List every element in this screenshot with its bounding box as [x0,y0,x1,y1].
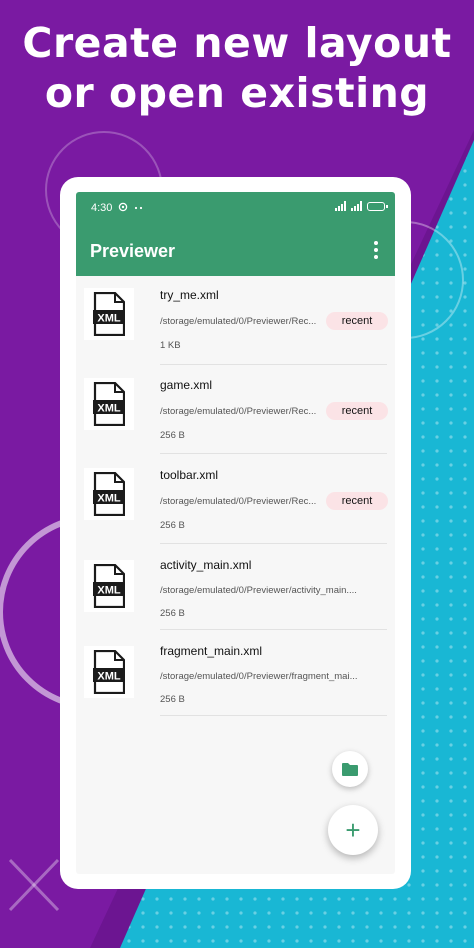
xml-file-icon: XML [84,288,134,340]
xml-file-icon: XML [84,646,134,698]
list-item[interactable]: XML toolbar.xml /storage/emulated/0/Prev… [76,454,395,544]
list-item[interactable]: XML fragment_main.xml /storage/emulated/… [76,630,395,716]
list-item[interactable]: XML activity_main.xml /storage/emulated/… [76,544,395,630]
app-screen: 4:30 Previewer XML try_me.xml /storage/e… [76,192,395,874]
recent-badge: recent [326,312,388,330]
file-list: XML try_me.xml /storage/emulated/0/Previ… [76,276,395,716]
app-bar: 4:30 Previewer [76,192,395,276]
app-title: Previewer [90,241,176,261]
status-right-icons [335,201,388,211]
list-item[interactable]: XML try_me.xml /storage/emulated/0/Previ… [76,276,395,365]
file-name: toolbar.xml [160,468,219,482]
svg-text:XML: XML [97,493,121,505]
file-path: /storage/emulated/0/Previewer/Rec... [160,496,317,507]
file-name: try_me.xml [160,288,219,302]
file-path: /storage/emulated/0/Previewer/Rec... [160,406,317,417]
file-size: 256 B [160,430,185,441]
more-dots-icon [134,203,144,214]
sync-icon [118,202,128,215]
recent-badge: recent [326,402,388,420]
signal-icon [335,201,346,211]
svg-text:XML: XML [97,585,121,597]
list-item[interactable]: XML game.xml /storage/emulated/0/Preview… [76,364,395,454]
recent-badge: recent [326,492,388,510]
headline-line-1: Create new layout [22,19,452,67]
file-path: /storage/emulated/0/Previewer/activity_m… [160,585,357,596]
file-path: /storage/emulated/0/Previewer/Rec... [160,316,317,327]
headline-line-2: or open existing [44,69,430,117]
battery-icon [367,201,388,211]
xml-file-icon: XML [84,378,134,430]
status-time: 4:30 [91,202,113,214]
new-layout-button[interactable]: + [328,805,378,855]
headline: Create new layout or open existing [0,18,474,118]
file-size: 256 B [160,694,185,705]
signal-icon-2 [351,201,362,211]
file-size: 256 B [160,520,185,531]
overflow-menu-icon[interactable] [367,239,385,261]
xml-file-icon: XML [84,560,134,612]
file-size: 256 B [160,608,185,619]
xml-file-icon: XML [84,468,134,520]
open-folder-button[interactable] [332,751,368,787]
divider [160,715,387,716]
file-size: 1 KB [160,340,181,351]
file-name: fragment_main.xml [160,644,263,658]
file-name: activity_main.xml [160,558,252,572]
svg-text:XML: XML [97,671,121,683]
file-name: game.xml [160,378,213,392]
svg-text:XML: XML [97,313,121,325]
svg-text:XML: XML [97,403,121,415]
status-bar: 4:30 [76,192,395,224]
file-path: /storage/emulated/0/Previewer/fragment_m… [160,671,358,682]
